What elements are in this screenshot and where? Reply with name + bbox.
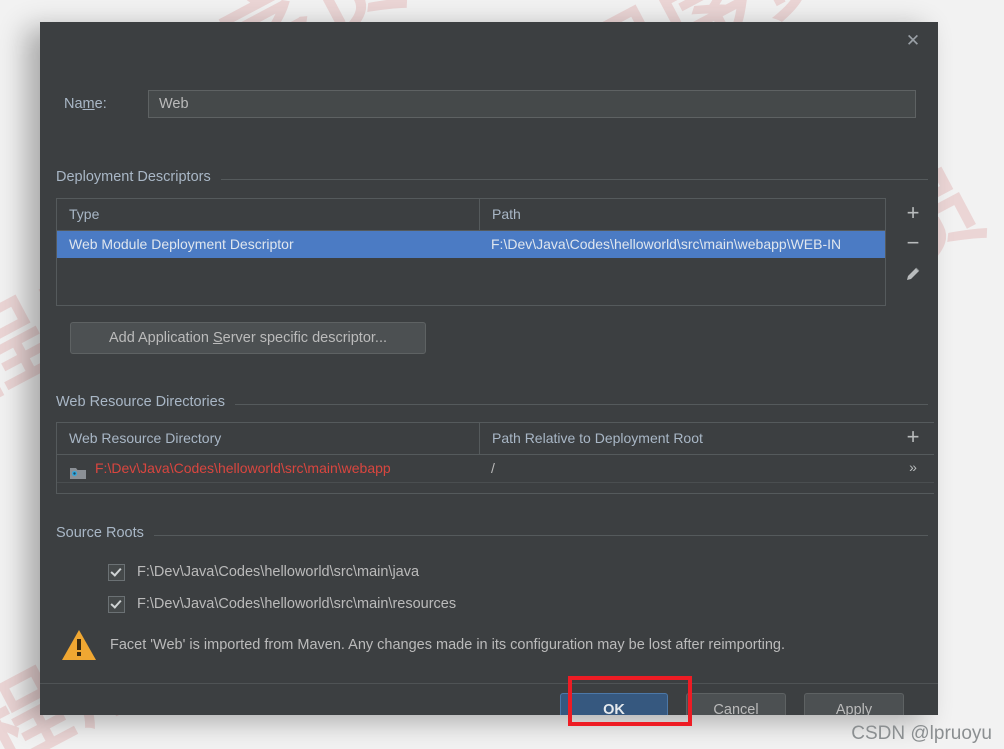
deployment-descriptors-table[interactable]: Type Path Web Module Deployment Descript… bbox=[56, 198, 886, 306]
csdn-watermark: CSDN @lpruoyu bbox=[851, 723, 992, 744]
list-item[interactable]: F:\Dev\Java\Codes\helloworld\src\main\ja… bbox=[56, 556, 928, 588]
pencil-icon[interactable] bbox=[892, 258, 934, 288]
section-deployment-descriptors: Deployment Descriptors bbox=[56, 169, 928, 188]
column-header-path[interactable]: Path bbox=[479, 199, 885, 230]
minus-icon[interactable]: − bbox=[892, 228, 934, 258]
section-rule bbox=[56, 535, 928, 536]
add-button-post: erver specific descriptor... bbox=[222, 330, 388, 346]
section-label: Source Roots bbox=[56, 525, 154, 541]
name-row: Name: bbox=[64, 90, 920, 120]
name-label: Name: bbox=[64, 96, 107, 112]
cell-type: Web Module Deployment Descriptor bbox=[69, 236, 294, 252]
source-roots-list: F:\Dev\Java\Codes\helloworld\src\main\ja… bbox=[56, 556, 928, 620]
cancel-button[interactable]: Cancel bbox=[686, 693, 786, 715]
ok-button[interactable]: OK bbox=[560, 693, 668, 715]
facet-settings-dialog: ✕ Name: Deployment Descriptors Type Path… bbox=[40, 22, 938, 715]
source-root-label: F:\Dev\Java\Codes\helloworld\src\main\ja… bbox=[137, 564, 420, 580]
list-item[interactable]: F:\Dev\Java\Codes\helloworld\src\main\re… bbox=[56, 588, 928, 620]
cell-path: F:\Dev\Java\Codes\helloworld\src\main\we… bbox=[491, 236, 842, 252]
source-root-label: F:\Dev\Java\Codes\helloworld\src\main\re… bbox=[137, 596, 457, 612]
plus-icon[interactable]: + bbox=[892, 198, 934, 228]
column-header-type[interactable]: Type bbox=[57, 199, 479, 230]
table-row[interactable]: F:\Dev\Java\Codes\helloworld\src\main\we… bbox=[57, 455, 934, 482]
add-app-server-descriptor-button[interactable]: Add Application Server specific descript… bbox=[70, 322, 426, 354]
apply-label-post: pply bbox=[845, 702, 873, 715]
add-button-mnemonic: S bbox=[212, 330, 223, 346]
dialog-titlebar: ✕ bbox=[40, 22, 938, 58]
close-icon[interactable]: ✕ bbox=[900, 28, 926, 54]
apply-button[interactable]: Apply bbox=[804, 693, 904, 715]
table-header: Web Resource Directory Path Relative to … bbox=[57, 423, 934, 455]
dialog-content: Name: Deployment Descriptors Type Path W… bbox=[40, 58, 938, 658]
source-root-checkbox[interactable] bbox=[108, 595, 125, 613]
table-header: Type Path bbox=[57, 199, 885, 231]
apply-mnemonic: A bbox=[835, 702, 846, 715]
name-label-post: e: bbox=[94, 96, 107, 112]
name-label-mnemonic: m bbox=[82, 96, 95, 112]
section-web-resource-directories: Web Resource Directories bbox=[56, 394, 928, 413]
cell-web-resource-directory: F:\Dev\Java\Codes\helloworld\src\main\we… bbox=[95, 460, 391, 476]
section-label: Deployment Descriptors bbox=[56, 169, 221, 185]
cell-relative-path: / bbox=[491, 460, 495, 476]
row-divider bbox=[57, 482, 934, 483]
warning-text: Facet 'Web' is imported from Maven. Any … bbox=[110, 637, 785, 653]
chevrons-right-icon[interactable]: » bbox=[892, 452, 934, 482]
name-input[interactable] bbox=[148, 90, 916, 118]
column-header-relative-path[interactable]: Path Relative to Deployment Root bbox=[479, 423, 885, 454]
web-resource-directories-table[interactable]: Web Resource Directory Path Relative to … bbox=[56, 422, 934, 494]
screen: 程序员 程序员 程序员 程序员 程序员 程序员 程序员 ✕ Name: Depl… bbox=[0, 0, 1004, 749]
section-source-roots: Source Roots bbox=[56, 525, 928, 544]
deployment-descriptors-toolbar: + − bbox=[892, 198, 934, 288]
warning-triangle-icon bbox=[60, 628, 98, 662]
warning-banner: Facet 'Web' is imported from Maven. Any … bbox=[56, 622, 928, 668]
section-label: Web Resource Directories bbox=[56, 394, 235, 410]
web-resource-directories-toolbar: + » bbox=[892, 422, 934, 482]
folder-icon bbox=[69, 462, 87, 479]
add-button-pre: Add Application bbox=[108, 330, 213, 346]
source-root-checkbox[interactable] bbox=[108, 563, 125, 581]
name-label-pre: Na bbox=[64, 96, 83, 112]
column-header-web-resource-directory[interactable]: Web Resource Directory bbox=[57, 423, 479, 454]
plus-icon[interactable]: + bbox=[892, 422, 934, 452]
table-row[interactable]: Web Module Deployment Descriptor F:\Dev\… bbox=[57, 231, 885, 258]
dialog-footer: OK Cancel Apply bbox=[40, 683, 938, 715]
